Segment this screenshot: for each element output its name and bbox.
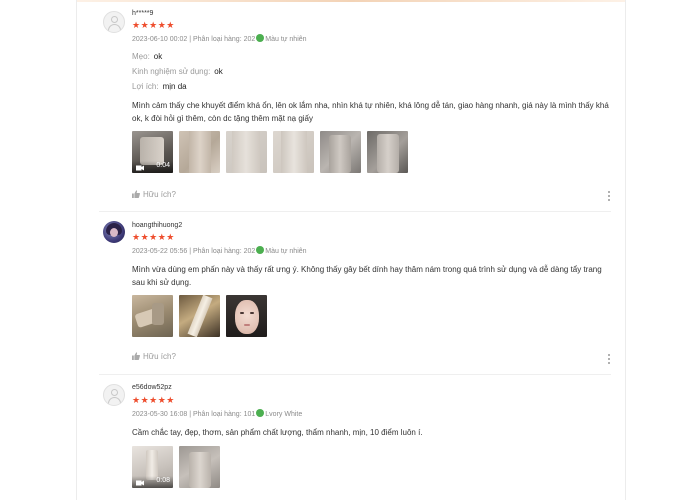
top-accent-bar bbox=[77, 0, 625, 2]
review-meta: 2023-05-30 16:08 | Phân loại hàng: 101 Lv… bbox=[132, 409, 302, 418]
variant-label: | Phân loại hàng: 202 bbox=[189, 36, 256, 43]
review-image-thumbnail[interactable] bbox=[226, 295, 267, 337]
username[interactable]: e56dow52pz bbox=[132, 384, 172, 391]
user-placeholder-icon bbox=[111, 16, 118, 23]
more-vertical-icon[interactable] bbox=[607, 191, 611, 203]
avatar[interactable] bbox=[103, 11, 125, 33]
review-divider bbox=[99, 211, 611, 212]
review-image-thumbnail[interactable] bbox=[226, 131, 267, 173]
review-meta: 2023-06-10 00:02 | Phân loại hàng: 202 Mà… bbox=[132, 34, 307, 43]
review-image-thumbnail[interactable] bbox=[179, 446, 220, 488]
review-date: 2023-06-10 00:02 bbox=[132, 36, 188, 43]
variant-name: Lvory White bbox=[265, 411, 303, 418]
review-image-thumbnail[interactable] bbox=[179, 131, 220, 173]
variant-badge-icon bbox=[256, 34, 265, 42]
review-image-thumbnail[interactable] bbox=[273, 131, 314, 173]
review-meta: 2023-05-22 05:56 | Phân loại hàng: 202 Mà… bbox=[132, 246, 307, 255]
thumbs-up-icon bbox=[132, 190, 140, 198]
variant-label: | Phân loại hàng: 101 bbox=[189, 411, 256, 418]
review-image-thumbnail[interactable] bbox=[320, 131, 361, 173]
variant-label: | Phân loại hàng: 202 bbox=[189, 248, 256, 255]
video-duration: 0:08 bbox=[156, 477, 170, 484]
thumbs-up-icon bbox=[132, 352, 140, 360]
rating-stars: ★★★★★ bbox=[132, 20, 175, 30]
helpful-button[interactable]: Hữu ích? bbox=[132, 190, 176, 199]
review-divider bbox=[99, 374, 611, 375]
review-comment: Mình vừa dùng em phấn này và thấy rất ưn… bbox=[132, 265, 602, 287]
reviews-panel: h*****9 ★★★★★ 2023-06-10 00:02 | Phân lo… bbox=[76, 0, 626, 500]
user-placeholder-icon bbox=[111, 389, 118, 396]
avatar[interactable] bbox=[103, 384, 125, 406]
video-camera-icon bbox=[136, 480, 144, 486]
attribute-experience: Kinh nghiệm sử dụng: ok bbox=[132, 67, 223, 76]
attribute-tip: Mẹo: ok bbox=[132, 52, 163, 61]
review-comment: Cầm chắc tay, đẹp, thơm, sản phẩm chất l… bbox=[132, 428, 423, 437]
username[interactable]: hoangthihuong2 bbox=[132, 222, 182, 229]
rating-stars: ★★★★★ bbox=[132, 395, 175, 405]
variant-name: Màu tự nhiên bbox=[265, 248, 307, 255]
review-date: 2023-05-22 05:56 bbox=[132, 248, 188, 255]
review-comment: Mình cảm thấy che khuyết điểm khá ổn, lê… bbox=[132, 101, 609, 123]
video-duration: 0:04 bbox=[156, 162, 170, 169]
video-camera-icon bbox=[136, 165, 144, 171]
more-vertical-icon[interactable] bbox=[607, 354, 611, 366]
review-image-thumbnail[interactable] bbox=[367, 131, 408, 173]
variant-badge-icon bbox=[256, 246, 265, 254]
review-image-thumbnail[interactable] bbox=[132, 295, 173, 337]
helpful-button[interactable]: Hữu ích? bbox=[132, 352, 176, 361]
review-image-thumbnail[interactable] bbox=[179, 295, 220, 337]
review-video-thumbnail[interactable]: 0:08 bbox=[132, 446, 173, 488]
review-video-thumbnail[interactable]: 0:04 bbox=[132, 131, 173, 173]
avatar[interactable] bbox=[103, 221, 125, 243]
rating-stars: ★★★★★ bbox=[132, 232, 175, 242]
variant-badge-icon bbox=[256, 409, 265, 417]
variant-name: Màu tự nhiên bbox=[265, 36, 307, 43]
attribute-benefit: Lợi ích: mịn da bbox=[132, 82, 187, 91]
username[interactable]: h*****9 bbox=[132, 10, 153, 17]
review-date: 2023-05-30 16:08 bbox=[132, 411, 188, 418]
